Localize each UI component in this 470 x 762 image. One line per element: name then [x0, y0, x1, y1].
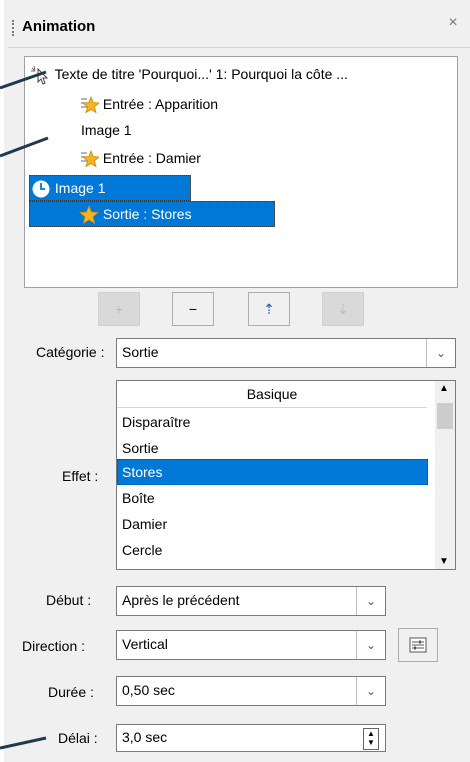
callout-lines — [0, 70, 49, 750]
